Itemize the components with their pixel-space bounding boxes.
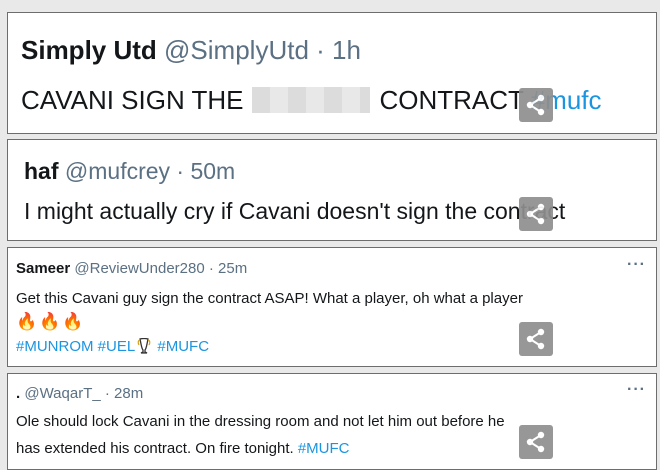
tweet-text: Ole should lock Cavani in the dressing r… [16, 413, 505, 430]
hashtag-link[interactable]: #MUNROM [16, 338, 94, 355]
tweet-card-simplyutd: Simply Utd @SimplyUtd · 1h CAVANI SIGN T… [7, 12, 657, 134]
tweet-header: . @WaqarT_ · 28m [16, 385, 143, 402]
tweet-author-handle[interactable]: @SimplyUtd [164, 35, 309, 65]
tweet-author-handle[interactable]: @mufcrey [65, 158, 170, 184]
share-icon[interactable] [519, 322, 553, 356]
tweet-author-name[interactable]: . [16, 385, 20, 402]
tweet-text: has extended his contract. On fire tonig… [16, 440, 294, 457]
tweet-card-waqart: . @WaqarT_ · 28m ··· Ole should lock Cav… [7, 373, 657, 470]
hashtag-row: #MUNROM #UEL #MUFC [16, 337, 209, 355]
more-options-icon[interactable]: ··· [627, 382, 646, 398]
tweet-text-part: CONTRACT [379, 85, 524, 115]
tweet-text-line: has extended his contract. On fire tonig… [16, 440, 350, 457]
tweet-author-handle[interactable]: @WaqarT_ [24, 385, 100, 402]
tweet-card-haf: haf @mufcrey · 50m I might actually cry … [7, 139, 657, 241]
tweet-timestamp[interactable]: · 1h [316, 35, 361, 65]
tweet-author-name[interactable]: Simply Utd [21, 35, 157, 65]
more-options-icon[interactable]: ··· [627, 257, 646, 273]
tweet-text: CAVANI SIGN THE CONTRACT #mufc [21, 85, 602, 116]
share-icon[interactable] [519, 88, 553, 122]
tweet-header: Simply Utd @SimplyUtd · 1h [21, 35, 361, 66]
hashtag-link[interactable]: #MUFC [298, 440, 350, 457]
share-icon[interactable] [519, 197, 553, 231]
tweet-author-handle[interactable]: @ReviewUnder280 [74, 260, 204, 277]
tweet-timestamp[interactable]: · 25m [209, 260, 247, 277]
tweet-card-sameer: Sameer @ReviewUnder280 · 25m ··· Get thi… [7, 247, 657, 367]
blurred-word [251, 87, 370, 113]
fire-emoji-icons: 🔥🔥🔥 [16, 312, 86, 331]
share-icon[interactable] [519, 425, 553, 459]
tweet-text: Get this Cavani guy sign the contract AS… [16, 290, 523, 307]
tweet-header: haf @mufcrey · 50m [24, 158, 235, 185]
tweet-header: Sameer @ReviewUnder280 · 25m [16, 260, 247, 277]
tweet-timestamp[interactable]: · 50m [176, 158, 235, 184]
tweet-text-part: CAVANI SIGN THE [21, 85, 244, 115]
tweet-timestamp[interactable]: · 28m [105, 385, 143, 402]
tweet-author-name[interactable]: haf [24, 158, 59, 184]
europa-league-trophy-icon [137, 337, 151, 354]
hashtag-link[interactable]: #MUFC [157, 338, 209, 355]
tweet-author-name[interactable]: Sameer [16, 260, 70, 277]
hashtag-link[interactable]: #UEL [98, 338, 136, 355]
tweet-text: I might actually cry if Cavani doesn't s… [24, 198, 566, 224]
tweet-collage: Simply Utd @SimplyUtd · 1h CAVANI SIGN T… [0, 0, 660, 470]
